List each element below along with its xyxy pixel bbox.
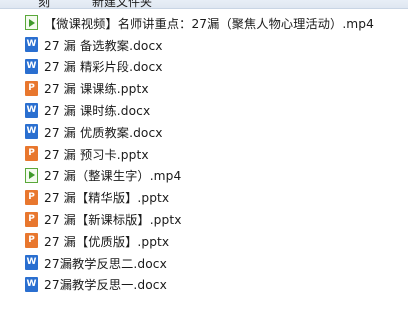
ppt-file-icon: P bbox=[25, 146, 38, 162]
file-name: 27 漏 预习卡.pptx bbox=[44, 147, 149, 162]
file-row[interactable]: W 27 漏 备选教案.docx bbox=[0, 34, 404, 56]
file-name: 27 漏【新课标版】.pptx bbox=[44, 213, 182, 228]
toolbar-share-button[interactable]: 刻 bbox=[38, 0, 50, 8]
video-file-icon bbox=[25, 15, 38, 31]
scroll-area-edge bbox=[408, 0, 412, 333]
file-row[interactable]: W 27漏教学反思一.docx bbox=[0, 274, 404, 296]
file-name: 27 漏 备选教案.docx bbox=[44, 38, 163, 53]
file-row[interactable]: P 27 漏【新课标版】.pptx bbox=[0, 208, 404, 230]
file-row[interactable]: W 27漏教学反思二.docx bbox=[0, 252, 404, 274]
ppt-file-icon: P bbox=[25, 233, 38, 249]
file-list: 【微课视频】名师讲重点：27漏（聚焦人物心理活动）.mp4 W 27 漏 备选教案.… bbox=[0, 12, 404, 295]
file-name: 27 漏【精华版】.pptx bbox=[44, 191, 170, 206]
file-row[interactable]: 【微课视频】名师讲重点：27漏（聚焦人物心理活动）.mp4 bbox=[0, 12, 404, 34]
file-row[interactable]: W 27 漏 课时练.docx bbox=[0, 99, 404, 121]
file-name: 27 漏 优质教案.docx bbox=[44, 125, 163, 140]
file-row[interactable]: W 27 漏 精彩片段.docx bbox=[0, 56, 404, 78]
file-row[interactable]: P 27 漏【优质版】.pptx bbox=[0, 230, 404, 252]
video-file-icon bbox=[25, 167, 38, 183]
file-name: 27 漏（整课生字）.mp4 bbox=[44, 169, 182, 184]
file-name: 【微课视频】名师讲重点：27漏（聚焦人物心理活动）.mp4 bbox=[44, 16, 374, 31]
ppt-file-icon: P bbox=[25, 80, 38, 96]
file-row[interactable]: P 27 漏【精华版】.pptx bbox=[0, 186, 404, 208]
toolbar: 刻 新建文件夹 bbox=[0, 0, 412, 9]
file-row[interactable]: P 27 漏 预习卡.pptx bbox=[0, 143, 404, 165]
word-file-icon: W bbox=[25, 102, 38, 118]
file-name: 27 漏 课课练.pptx bbox=[44, 82, 149, 97]
file-name: 27 漏 精彩片段.docx bbox=[44, 60, 163, 75]
word-file-icon: W bbox=[25, 124, 38, 140]
file-row[interactable]: P 27 漏 课课练.pptx bbox=[0, 77, 404, 99]
word-file-icon: W bbox=[25, 255, 38, 271]
new-folder-button[interactable]: 新建文件夹 bbox=[92, 0, 152, 8]
file-name: 27 漏 课时练.docx bbox=[44, 104, 151, 119]
word-file-icon: W bbox=[25, 37, 38, 53]
file-name: 27 漏【优质版】.pptx bbox=[44, 234, 170, 249]
file-row[interactable]: W 27 漏 优质教案.docx bbox=[0, 121, 404, 143]
word-file-icon: W bbox=[25, 58, 38, 74]
word-file-icon: W bbox=[25, 276, 38, 292]
ppt-file-icon: P bbox=[25, 211, 38, 227]
ppt-file-icon: P bbox=[25, 189, 38, 205]
file-name: 27漏教学反思二.docx bbox=[44, 256, 167, 271]
file-name: 27漏教学反思一.docx bbox=[44, 278, 167, 293]
file-row[interactable]: 27 漏（整课生字）.mp4 bbox=[0, 165, 404, 187]
